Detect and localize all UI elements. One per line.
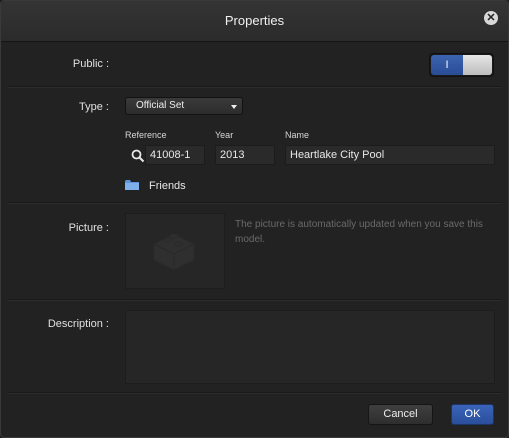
- properties-dialog: Properties ✕ Public : I Type : Official …: [0, 0, 509, 438]
- description-label: Description :: [47, 318, 109, 330]
- theme-label[interactable]: Friends: [149, 180, 186, 192]
- reference-header: Reference: [125, 130, 167, 140]
- picture-note: The picture is automatically updated whe…: [235, 219, 483, 245]
- toggle-on-state: I: [431, 55, 463, 75]
- toggle-knob: [463, 55, 492, 75]
- folder-icon: [125, 180, 139, 190]
- divider: [7, 202, 502, 204]
- name-field[interactable]: Heartlake City Pool: [285, 145, 495, 165]
- description-field[interactable]: [125, 310, 495, 384]
- picture-label: Picture :: [68, 222, 109, 234]
- brick-placeholder-icon: [152, 233, 196, 271]
- cancel-button[interactable]: Cancel: [368, 404, 433, 425]
- model-picture: [125, 213, 225, 289]
- title-bar: Properties ✕: [1, 1, 508, 42]
- divider: [7, 392, 502, 394]
- type-label: Type :: [79, 101, 109, 113]
- name-header: Name: [285, 130, 310, 140]
- type-select[interactable]: Official Set: [125, 97, 243, 115]
- ok-button[interactable]: OK: [451, 404, 494, 425]
- search-icon[interactable]: [131, 149, 145, 163]
- reference-field[interactable]: 41008-1: [145, 145, 205, 165]
- divider: [7, 86, 502, 88]
- public-toggle[interactable]: I: [429, 53, 494, 77]
- chevron-down-icon: [231, 105, 237, 109]
- year-field[interactable]: 2013: [215, 145, 275, 165]
- close-icon[interactable]: ✕: [484, 11, 498, 25]
- year-header: Year: [215, 130, 234, 140]
- divider: [7, 299, 502, 301]
- public-label: Public :: [72, 58, 109, 70]
- type-select-value: Official Set: [136, 100, 185, 111]
- dialog-title: Properties: [224, 13, 285, 28]
